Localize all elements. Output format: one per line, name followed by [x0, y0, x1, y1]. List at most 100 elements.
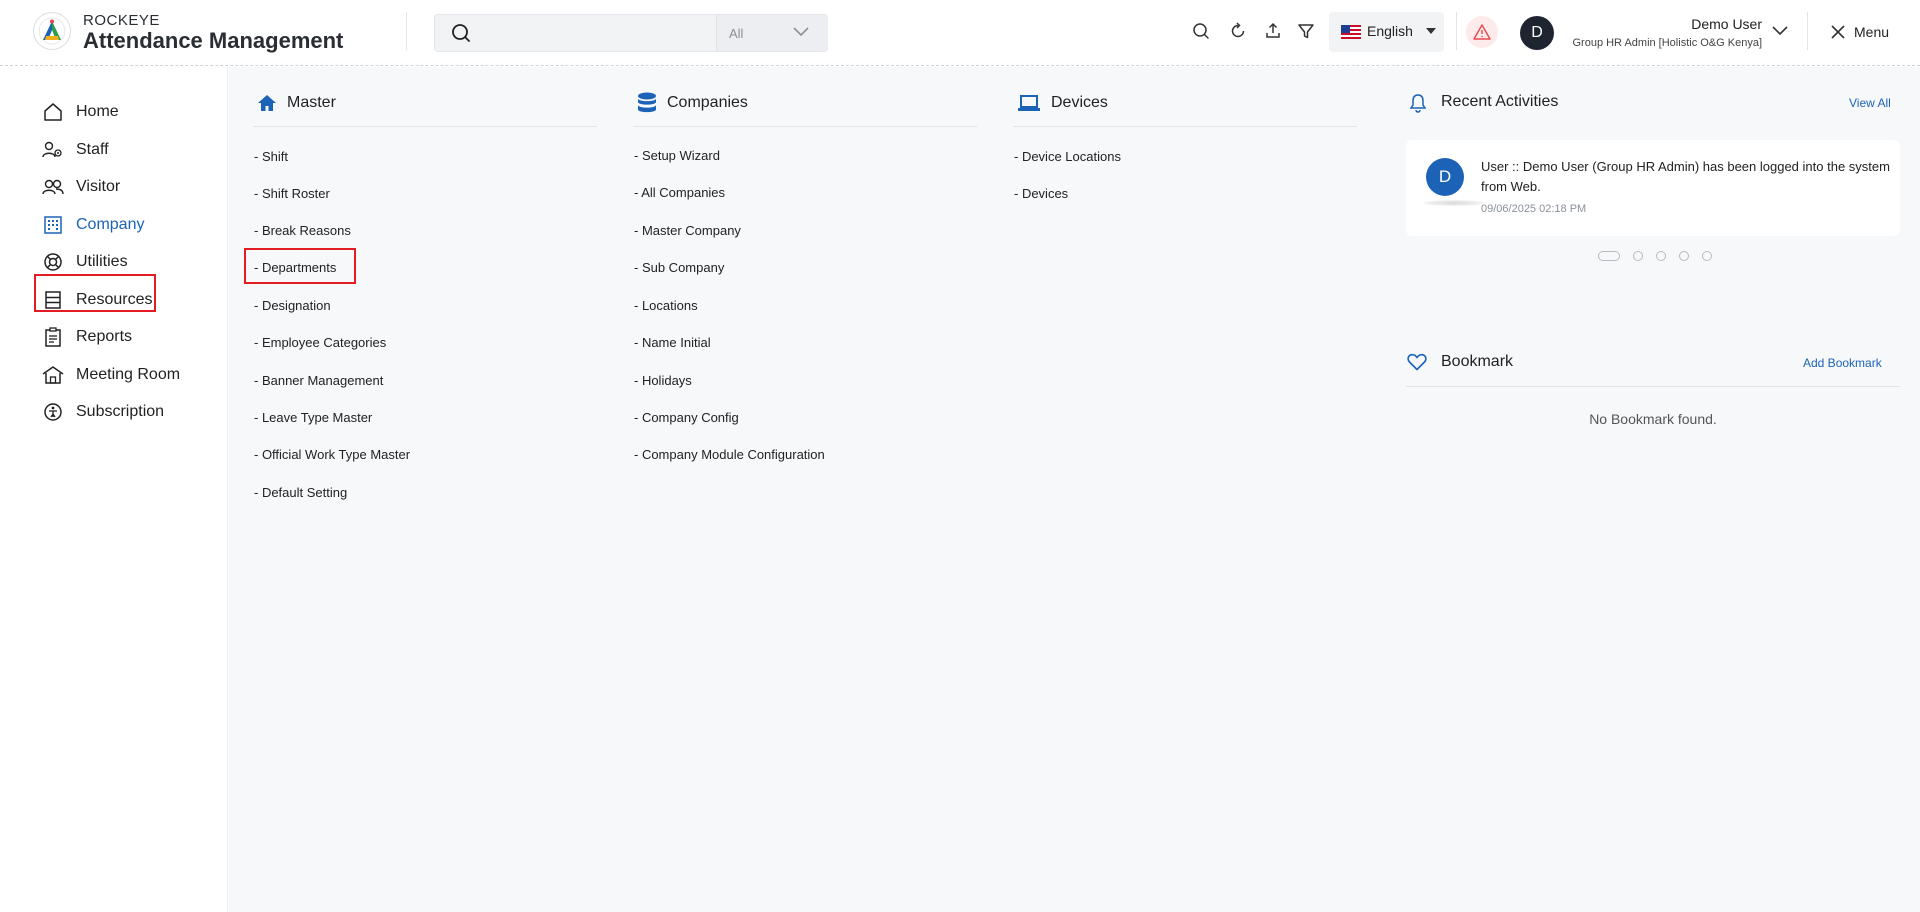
- global-search: All: [434, 14, 828, 52]
- company-icon: [42, 214, 64, 236]
- section-header-companies: Companies: [637, 86, 748, 120]
- carousel-dot-1[interactable]: [1598, 251, 1620, 261]
- carousel-dot-4[interactable]: [1679, 251, 1689, 261]
- close-icon: [1831, 25, 1845, 39]
- section-divider: [1013, 126, 1357, 127]
- quick-search-icon[interactable]: [1190, 20, 1212, 42]
- reports-icon: [42, 326, 64, 348]
- link-banner-management[interactable]: - Banner Management: [254, 373, 383, 388]
- section-divider: [1406, 386, 1900, 387]
- activity-card: D User :: Demo User (Group HR Admin) has…: [1406, 140, 1900, 236]
- carousel-dot-3[interactable]: [1656, 251, 1666, 261]
- recent-activities-title: Recent Activities: [1441, 93, 1559, 110]
- chevron-down-icon[interactable]: [1772, 26, 1788, 36]
- link-device-locations[interactable]: - Device Locations: [1014, 149, 1121, 164]
- selection-highlight: [244, 248, 356, 284]
- link-setup-wizard[interactable]: - Setup Wizard: [634, 148, 720, 163]
- activity-text: User :: Demo User (Group HR Admin) has b…: [1481, 159, 1890, 194]
- sidebar-item-utilities[interactable]: Utilities: [42, 250, 128, 274]
- bookmark-title: Bookmark: [1441, 353, 1514, 370]
- refresh-icon[interactable]: [1227, 20, 1249, 42]
- link-master-company[interactable]: - Master Company: [634, 223, 741, 238]
- link-company-config[interactable]: - Company Config: [634, 410, 739, 425]
- sidebar-item-subscription[interactable]: Subscription: [42, 400, 164, 424]
- section-title: Devices: [1051, 94, 1108, 111]
- filter-icon[interactable]: [1295, 20, 1317, 42]
- header-divider: [1456, 12, 1457, 50]
- sidebar-item-label: Home: [76, 103, 119, 120]
- carousel-dot-5[interactable]: [1702, 251, 1712, 261]
- sidebar-item-label: Subscription: [76, 403, 165, 420]
- utilities-icon: [42, 251, 64, 273]
- sidebar-item-label: Staff: [76, 141, 109, 158]
- sidebar-item-label: Company: [76, 216, 145, 233]
- database-icon: [638, 92, 656, 113]
- section-divider: [253, 126, 597, 127]
- sidebar-item-visitor[interactable]: Visitor: [42, 175, 120, 199]
- view-all-link[interactable]: View All: [1849, 96, 1891, 110]
- link-devices[interactable]: - Devices: [1014, 186, 1068, 201]
- user-name[interactable]: Demo User: [1691, 16, 1762, 32]
- warning-icon: [1473, 24, 1491, 40]
- link-designation[interactable]: - Designation: [254, 298, 331, 313]
- user-avatar[interactable]: D: [1520, 16, 1554, 50]
- menu-label: Menu: [1854, 24, 1890, 40]
- bell-icon: [1410, 94, 1426, 113]
- link-sub-company[interactable]: - Sub Company: [634, 260, 724, 275]
- alert-button[interactable]: [1466, 16, 1498, 48]
- section-divider: [633, 126, 977, 127]
- app-title: Attendance Management: [83, 28, 344, 53]
- section-header-master: Master: [257, 86, 336, 120]
- search-icon[interactable]: [451, 23, 471, 48]
- link-locations[interactable]: - Locations: [634, 298, 698, 313]
- link-official-work-type-master[interactable]: - Official Work Type Master: [254, 447, 410, 462]
- link-employee-categories[interactable]: - Employee Categories: [254, 335, 386, 350]
- link-break-reasons[interactable]: - Break Reasons: [254, 223, 351, 238]
- link-name-initial[interactable]: - Name Initial: [634, 335, 711, 350]
- link-leave-type-master[interactable]: - Leave Type Master: [254, 410, 372, 425]
- menu-button[interactable]: Menu: [1830, 24, 1889, 40]
- link-all-companies[interactable]: - All Companies: [634, 185, 725, 200]
- upload-icon[interactable]: [1262, 20, 1284, 42]
- sidebar-item-label: Utilities: [76, 253, 128, 270]
- header-divider: [1807, 12, 1808, 50]
- rockeye-logo[interactable]: [33, 12, 71, 50]
- link-shift[interactable]: - Shift: [254, 149, 288, 164]
- house-icon: [258, 95, 276, 111]
- heart-icon: [1407, 353, 1427, 371]
- section-header-devices: Devices: [1017, 86, 1108, 120]
- search-scope-label: All: [729, 26, 744, 41]
- laptop-icon: [1018, 95, 1040, 111]
- bookmark-empty-text: No Bookmark found.: [1589, 411, 1717, 427]
- sidebar-item-company[interactable]: Company: [42, 213, 144, 237]
- sidebar: Home Staff Visitor Company Utilities Res…: [0, 67, 228, 912]
- sidebar-item-home[interactable]: Home: [42, 100, 119, 124]
- sidebar-item-label: Visitor: [76, 178, 121, 195]
- language-select[interactable]: English: [1329, 12, 1444, 52]
- link-holidays[interactable]: - Holidays: [634, 373, 692, 388]
- link-company-module-configuration[interactable]: - Company Module Configuration: [634, 447, 825, 462]
- section-title: Master: [287, 94, 336, 111]
- staff-icon: [42, 139, 64, 161]
- selection-highlight: [34, 274, 156, 312]
- add-bookmark-link[interactable]: Add Bookmark: [1803, 356, 1882, 370]
- activity-avatar: D: [1426, 158, 1464, 196]
- sidebar-item-reports[interactable]: Reports: [42, 325, 132, 349]
- carousel-pagination: [1598, 251, 1712, 261]
- visitor-icon: [42, 176, 64, 198]
- subscription-icon: [42, 401, 64, 423]
- sidebar-item-label: Reports: [76, 328, 133, 345]
- avatar-shadow: [1424, 200, 1484, 206]
- carousel-dot-2[interactable]: [1633, 251, 1643, 261]
- search-scope-select[interactable]: All: [716, 15, 828, 51]
- language-label: English: [1367, 23, 1413, 39]
- sidebar-item-staff[interactable]: Staff: [42, 138, 109, 162]
- sidebar-item-label: Meeting Room: [76, 366, 181, 383]
- link-shift-roster[interactable]: - Shift Roster: [254, 186, 330, 201]
- meeting-room-icon: [42, 364, 64, 386]
- search-input[interactable]: [485, 21, 745, 45]
- sidebar-item-meeting-room[interactable]: Meeting Room: [42, 363, 180, 387]
- top-header: ROCKEYE Attendance Management All Englis…: [0, 0, 1920, 66]
- link-default-setting[interactable]: - Default Setting: [254, 485, 347, 500]
- chevron-down-icon: [793, 27, 809, 37]
